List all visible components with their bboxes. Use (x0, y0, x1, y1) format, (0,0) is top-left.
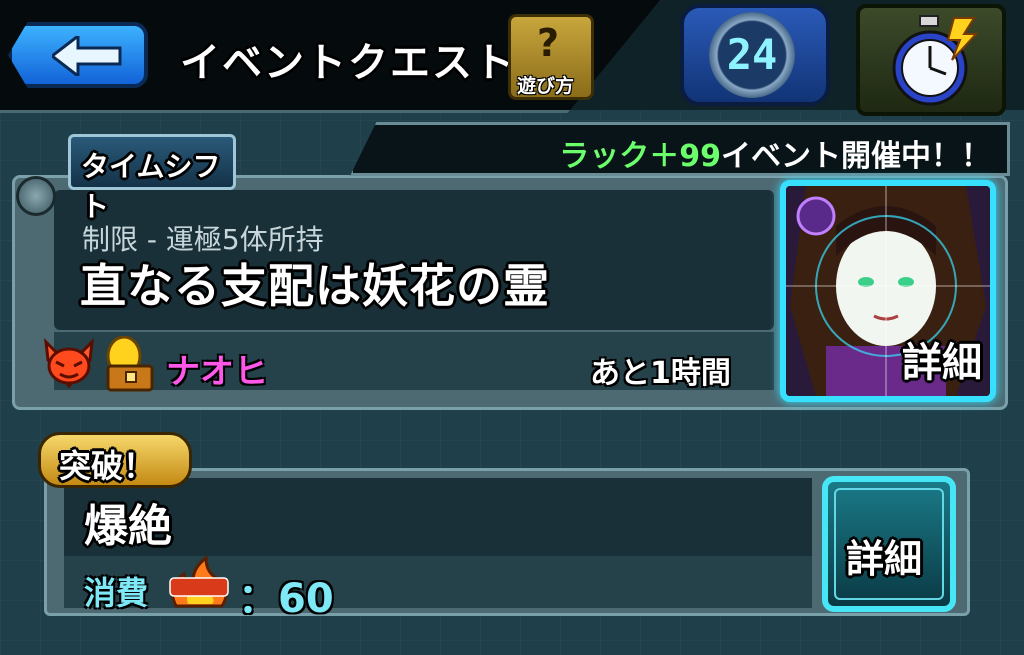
detail-button[interactable]: 詳細 (822, 476, 956, 612)
stopwatch-lightning-icon (892, 15, 979, 106)
page-title: イベントクエスト (180, 40, 516, 86)
portrait-detail-label: 詳細 (902, 340, 982, 386)
egg-chest-icon (106, 336, 154, 392)
time-remaining: あと1時間 (590, 356, 731, 391)
panel-rivet-icon (16, 176, 56, 216)
stamina-cost-label: 消費 (84, 574, 149, 612)
character-portrait-button[interactable]: 詳細 (780, 180, 996, 402)
demon-icon (44, 338, 94, 388)
event-ongoing-text: イベント開催中！！ (721, 139, 991, 174)
counter-value: 24 (726, 30, 778, 79)
stamina-timer-button[interactable] (856, 4, 1006, 116)
quest-name: 直なる支配は妖花の霊 (80, 259, 550, 313)
help-button[interactable]: ? 遊び方 (508, 14, 594, 100)
bakuzetsu-title-area (64, 478, 812, 556)
back-button[interactable] (8, 22, 148, 88)
back-arrow-icon (52, 36, 122, 76)
breakthrough-label: 突破！ (59, 447, 156, 485)
boss-name: ナオヒ (166, 352, 268, 392)
question-icon: ? (537, 21, 560, 65)
difficulty-name: 爆絶 (84, 501, 172, 552)
detail-button-frame: 詳細 (834, 488, 944, 600)
luck-event-banner-text: ラック＋99イベント開催中！！ (559, 131, 991, 175)
luck-event-banner: ラック＋99イベント開催中！！ (350, 122, 1010, 176)
timeshift-label: タイムシフト (81, 150, 221, 223)
timeshift-tag: タイムシフト (68, 134, 236, 223)
stamina-flame-icon (169, 556, 229, 608)
help-label: 遊び方 (517, 75, 575, 97)
luck-bonus-text: ラック＋99 (559, 139, 721, 174)
counter-ring: 24 (709, 12, 795, 98)
detail-button-label: 詳細 (846, 537, 923, 581)
breakthrough-tag: 突破！ (38, 432, 192, 488)
stamina-cost-value: ：60 (238, 576, 334, 622)
counter-badge[interactable]: 24 (680, 4, 830, 106)
